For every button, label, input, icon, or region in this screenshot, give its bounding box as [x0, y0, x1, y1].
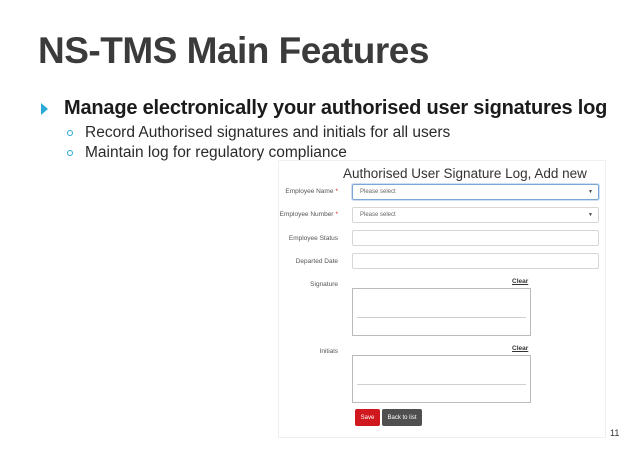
initials-pad[interactable] — [352, 355, 531, 403]
employee-number-select[interactable]: Please select ▼ — [352, 207, 599, 223]
back-to-list-button[interactable]: Back to list — [382, 409, 422, 426]
employee-number-value: Please select — [360, 212, 396, 218]
employee-number-label: Employee Number * — [280, 211, 338, 218]
initials-label: Initials — [319, 348, 338, 355]
initials-baseline — [357, 384, 526, 385]
triangle-bullet-icon — [41, 102, 48, 115]
employee-name-select[interactable]: Please select ▼ — [352, 184, 599, 200]
circle-bullet-icon — [67, 130, 73, 136]
initials-clear-link[interactable]: Clear — [512, 345, 528, 352]
required-marker: * — [335, 188, 338, 195]
employee-name-label-text: Employee Name — [285, 188, 334, 195]
signature-baseline — [357, 317, 526, 318]
employee-name-label: Employee Name * — [285, 188, 338, 195]
caret-down-icon: ▼ — [588, 212, 593, 218]
employee-status-input[interactable] — [352, 230, 599, 246]
main-bullet: Manage electronically your authorised us… — [41, 97, 607, 120]
departed-date-input[interactable] — [352, 253, 599, 269]
departed-date-label: Departed Date — [295, 258, 338, 265]
signature-clear-link[interactable]: Clear — [512, 278, 528, 285]
slide-title: NS-TMS Main Features — [38, 30, 429, 71]
employee-status-label: Employee Status — [288, 235, 338, 242]
save-button[interactable]: Save — [355, 409, 380, 426]
page-number: 11 — [610, 428, 620, 438]
employee-name-value: Please select — [360, 189, 396, 195]
signature-pad[interactable] — [352, 288, 531, 336]
circle-bullet-icon — [67, 150, 73, 156]
sub-bullet-1: Record Authorised signatures and initial… — [67, 124, 450, 142]
signature-label: Signature — [310, 281, 338, 288]
main-bullet-text: Manage electronically your authorised us… — [64, 97, 608, 119]
employee-number-label-text: Employee Number — [279, 211, 334, 218]
form-title: Authorised User Signature Log, Add new — [343, 166, 587, 181]
required-marker: * — [335, 211, 338, 218]
sub-bullet-text: Record Authorised signatures and initial… — [85, 124, 451, 141]
caret-down-icon: ▼ — [588, 189, 593, 195]
